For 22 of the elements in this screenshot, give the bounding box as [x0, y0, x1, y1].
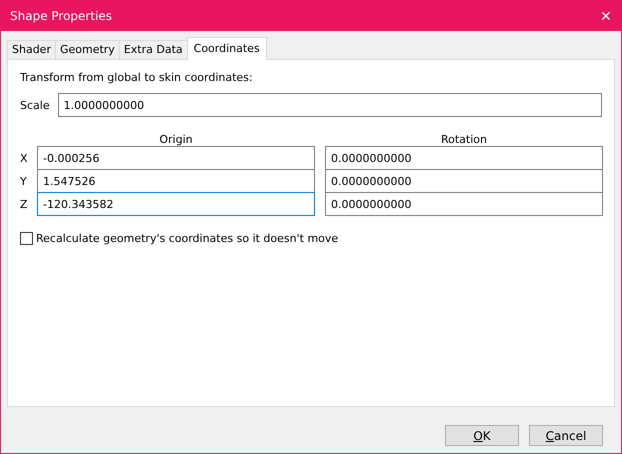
input-field[interactable]: 1.547526	[37, 169, 315, 193]
checkbox-label: Recalculate geometry's coordinates so it doesn't move	[36, 232, 338, 245]
column-header: Origin	[158, 133, 194, 147]
checkbox[interactable]	[20, 232, 33, 245]
axis-label: X	[20, 151, 29, 167]
input-field[interactable]: -120.343582	[37, 192, 315, 216]
input-field[interactable]: 0.0000000000	[325, 146, 603, 170]
dialog-button[interactable]: OK	[445, 425, 519, 446]
axis-label: Z	[20, 197, 29, 213]
input-field[interactable]: 0.0000000000	[325, 192, 603, 216]
column-header: Rotation	[440, 133, 488, 147]
tab[interactable]: Coordinates	[186, 37, 267, 60]
instruction-text: Transform from global to skin coordinates:	[20, 71, 254, 84]
input-field[interactable]: 1.0000000000	[58, 93, 602, 117]
axis-label: Y	[20, 174, 28, 190]
input-field[interactable]: 0.0000000000	[325, 169, 603, 193]
field-label: Scale	[20, 98, 50, 112]
close-button[interactable]: ✕	[591, 8, 621, 24]
input-field[interactable]: -0.000256	[37, 146, 315, 170]
tab[interactable]: Shader	[7, 40, 56, 59]
window-title: Shape Properties	[10, 8, 112, 22]
dialog-button[interactable]: Cancel	[529, 425, 603, 446]
